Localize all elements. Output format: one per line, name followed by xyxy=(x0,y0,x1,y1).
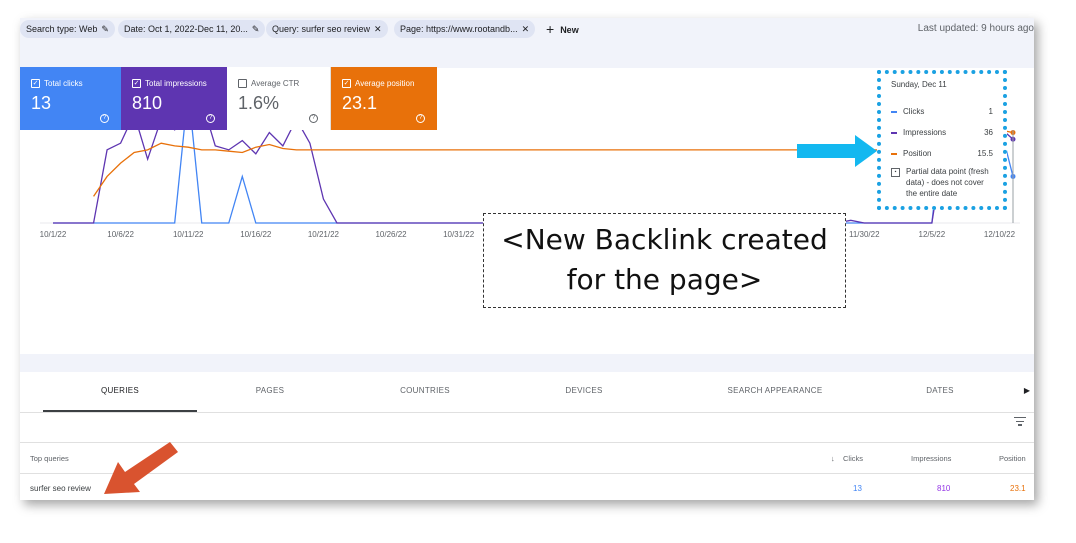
search-console-frame: Search type: Web ✎ Date: Oct 1, 2022-Dec … xyxy=(20,18,1034,500)
annotation-box: <New Backlink created for the page> xyxy=(483,213,846,308)
metric-card-total-clicks[interactable]: ✓ Total clicks 13 ? xyxy=(20,67,121,130)
chip-page[interactable]: Page: https://www.rootandb... ✕ xyxy=(394,20,536,38)
checkbox-checked-icon[interactable]: ✓ xyxy=(31,79,40,88)
new-filter-button[interactable]: + New xyxy=(546,20,579,38)
legend-swatch xyxy=(891,110,897,113)
column-header-impressions[interactable]: Impressions xyxy=(911,454,951,463)
chip-search-type[interactable]: Search type: Web ✎ xyxy=(20,20,115,38)
last-updated: Last updated: 9 hours ago xyxy=(917,23,1034,34)
checkbox-checked-icon[interactable]: ✓ xyxy=(342,79,351,88)
tooltip-row-impressions: Impressions 36 xyxy=(891,122,993,143)
dimension-tabs: QUERIES PAGES COUNTRIES DEVICES SEARCH A… xyxy=(20,372,1034,413)
pencil-icon[interactable]: ✎ xyxy=(252,24,260,34)
x-tick-label: 10/11/22 xyxy=(173,230,204,239)
help-icon[interactable]: ? xyxy=(100,114,109,123)
metric-value: 810 xyxy=(132,93,163,113)
close-icon[interactable]: ✕ xyxy=(522,24,530,34)
column-header-position[interactable]: Position xyxy=(999,454,1026,463)
plus-icon: + xyxy=(546,21,555,37)
close-icon[interactable]: ✕ xyxy=(374,24,382,34)
metric-card-average-ctr[interactable]: Average CTR 1.6% ? xyxy=(227,67,331,130)
help-icon[interactable]: ? xyxy=(416,114,425,123)
chip-date[interactable]: Date: Oct 1, 2022-Dec 11, 20... ✎ xyxy=(118,20,266,38)
metric-value: 1.6% xyxy=(238,93,280,113)
x-tick-label: 10/1/22 xyxy=(40,230,67,239)
red-arrow-icon xyxy=(104,442,178,494)
impressions-cell: 810 xyxy=(937,484,951,493)
blue-arrow-icon xyxy=(797,135,877,167)
calendar-icon: ▪ xyxy=(891,168,900,177)
tab-dates[interactable]: DATES xyxy=(880,372,1000,412)
column-header-clicks[interactable]: Clicks xyxy=(843,454,863,463)
legend-swatch xyxy=(891,152,897,155)
x-tick-label: 12/5/22 xyxy=(919,230,946,239)
tab-countries[interactable]: COUNTRIES xyxy=(365,372,485,412)
metric-card-average-position[interactable]: ✓ Average position 23.1 ? xyxy=(331,67,437,130)
query-cell[interactable]: surfer seo review xyxy=(30,484,91,493)
position-cell: 23.1 xyxy=(1010,484,1026,493)
x-tick-label: 10/16/22 xyxy=(240,230,272,239)
tab-queries[interactable]: QUERIES xyxy=(43,372,197,412)
metric-value: 23.1 xyxy=(342,93,378,113)
filter-bar: Search type: Web ✎ Date: Oct 1, 2022-Dec … xyxy=(20,18,1034,68)
x-tick-label: 10/21/22 xyxy=(308,230,340,239)
metric-value: 13 xyxy=(31,93,52,113)
tooltip-row-position: Position 15.5 xyxy=(891,143,993,164)
tooltip-row-clicks: Clicks 1 xyxy=(891,101,993,122)
pencil-icon[interactable]: ✎ xyxy=(101,24,109,34)
clicks-cell: 13 xyxy=(853,484,862,493)
metric-card-total-impressions[interactable]: ✓ Total impressions 810 ? xyxy=(121,67,227,130)
tab-scroll-right-icon[interactable]: ▶ xyxy=(1024,372,1030,410)
checkbox-unchecked-icon[interactable] xyxy=(238,79,247,88)
separator-strip xyxy=(20,354,1034,372)
x-tick-label: 11/30/22 xyxy=(849,230,880,239)
chip-query[interactable]: Query: surfer seo review ✕ xyxy=(266,20,388,38)
x-tick-label: 10/26/22 xyxy=(375,230,407,239)
tab-devices[interactable]: DEVICES xyxy=(524,372,644,412)
x-tick-label: 12/10/22 xyxy=(984,230,1016,239)
tab-search-appearance[interactable]: SEARCH APPEARANCE xyxy=(700,372,850,412)
tab-pages[interactable]: PAGES xyxy=(210,372,330,412)
chart-tooltip: Sunday, Dec 11 Clicks 1 Impressions 36 P… xyxy=(877,70,1007,210)
tooltip-date: Sunday, Dec 11 xyxy=(891,80,947,89)
help-icon[interactable]: ? xyxy=(309,114,318,123)
sort-down-icon[interactable]: ↓ xyxy=(831,454,835,463)
checkbox-checked-icon[interactable]: ✓ xyxy=(132,79,141,88)
help-icon[interactable]: ? xyxy=(206,114,215,123)
column-header-query[interactable]: Top queries xyxy=(30,454,69,463)
legend-swatch xyxy=(891,131,897,134)
x-tick-label: 10/31/22 xyxy=(443,230,475,239)
filter-rows-icon[interactable] xyxy=(1014,417,1026,428)
tooltip-note: ▪ Partial data point (fresh data) - does… xyxy=(891,166,993,199)
x-tick-label: 10/6/22 xyxy=(107,230,134,239)
